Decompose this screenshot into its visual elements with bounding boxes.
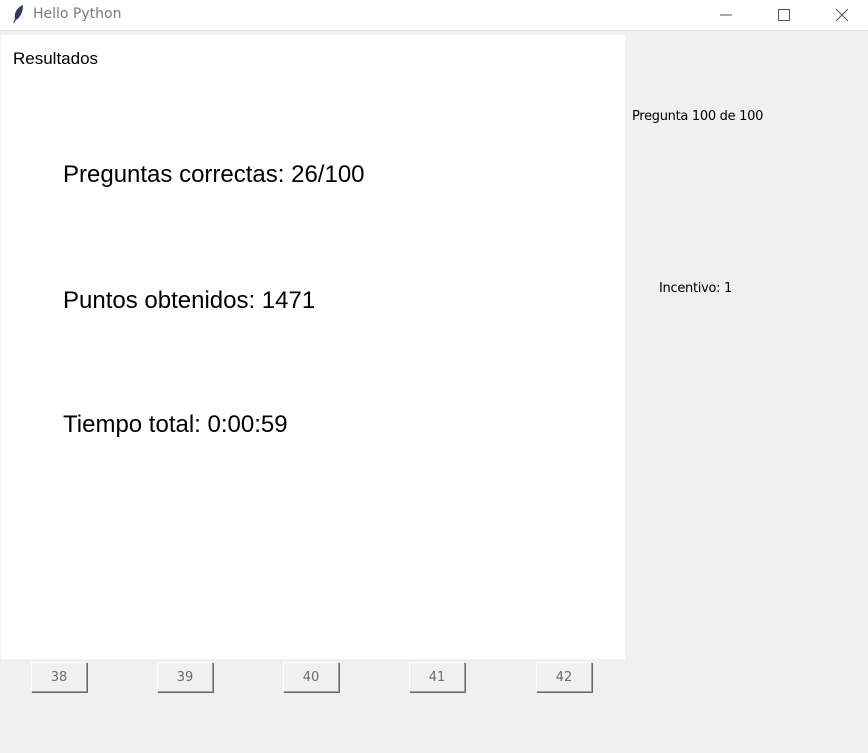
question-button-41[interactable]: 41	[409, 662, 465, 692]
minimize-button[interactable]	[703, 0, 749, 30]
question-button-39[interactable]: 39	[157, 662, 213, 692]
close-icon	[836, 9, 848, 21]
question-counter: Pregunta 100 de 100	[632, 109, 764, 124]
results-title: Resultados	[13, 49, 99, 68]
window-title: Hello Python	[33, 6, 122, 22]
close-button[interactable]	[819, 0, 865, 30]
feather-icon	[13, 5, 23, 23]
results-panel: Resultados Preguntas correctas: 26/100 P…	[1, 35, 625, 659]
points-label: Puntos obtenidos: 1471	[63, 287, 316, 314]
question-button-38[interactable]: 38	[31, 662, 87, 692]
maximize-icon	[778, 9, 790, 21]
incentive-label: Incentivo: 1	[659, 281, 732, 296]
maximize-button[interactable]	[761, 0, 807, 30]
minimize-icon	[720, 14, 732, 16]
question-button-42[interactable]: 42	[536, 662, 592, 692]
question-button-40[interactable]: 40	[283, 662, 339, 692]
title-bar: Hello Python	[0, 0, 868, 31]
total-time-label: Tiempo total: 0:00:59	[63, 411, 288, 438]
correct-answers-label: Preguntas correctas: 26/100	[63, 161, 365, 188]
